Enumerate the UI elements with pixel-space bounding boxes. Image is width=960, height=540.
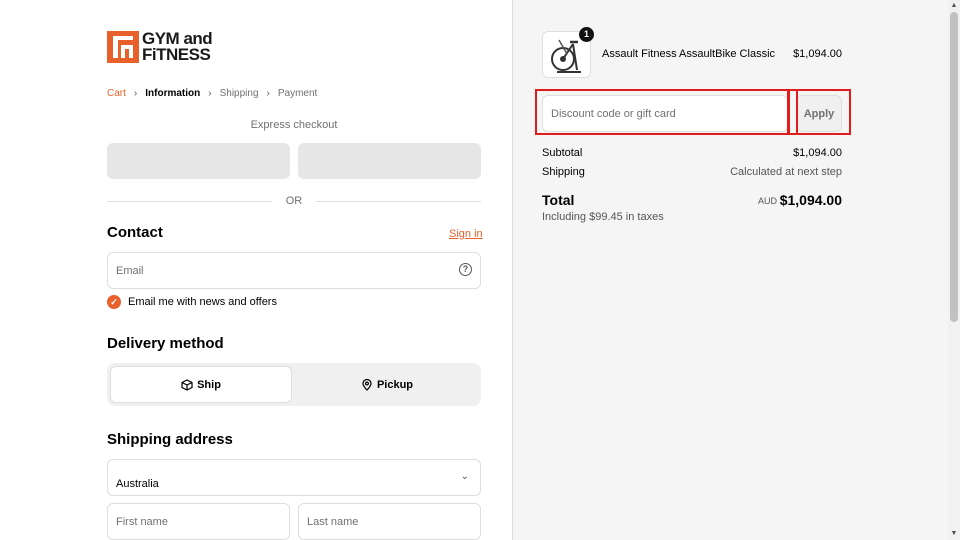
country-value: Australia — [116, 478, 159, 490]
pickup-label: Pickup — [376, 378, 414, 391]
email-input[interactable] — [108, 253, 480, 288]
help-circle-icon[interactable]: ? — [459, 263, 472, 276]
pickup-option[interactable]: Pickup — [296, 366, 478, 403]
product-name: Assault Fitness AssaultBike Classic — [602, 48, 776, 60]
delivery-method-heading: Delivery method — [107, 335, 224, 352]
express-pay-button-2[interactable] — [298, 143, 481, 179]
delivery-method-toggle: Ship Pickup — [107, 363, 481, 406]
country-select[interactable]: Australia ⌄ — [107, 459, 481, 496]
ship-option[interactable]: Ship — [110, 366, 292, 403]
highlight-box-discount — [535, 89, 790, 135]
breadcrumb-cart[interactable]: Cart — [107, 88, 126, 99]
subtotal-value: $1,094.00 — [793, 147, 842, 159]
scroll-down-arrow-icon[interactable]: ▼ — [948, 528, 960, 540]
breadcrumb-information: Information — [145, 88, 201, 99]
scroll-up-arrow-icon[interactable]: ▲ — [948, 0, 960, 12]
chevron-right-icon: › — [266, 88, 270, 99]
email-field[interactable]: ? — [107, 252, 481, 289]
chevron-right-icon: › — [208, 88, 212, 99]
contact-heading: Contact — [107, 224, 163, 241]
chevron-down-icon: ⌄ — [460, 471, 469, 482]
box-icon — [181, 378, 193, 391]
shipping-value: Calculated at next step — [730, 166, 842, 178]
highlight-box-apply-inner — [796, 89, 798, 135]
page-scrollbar[interactable]: ▲ ▼ — [948, 0, 960, 540]
ship-label: Ship — [197, 378, 221, 391]
checkout-form-panel: GYM and FiTNESS Cart › Information › Shi… — [0, 0, 512, 540]
quantity-badge: 1 — [579, 27, 594, 42]
checkmark-icon[interactable]: ✓ — [107, 295, 121, 309]
gym-and-fitness-logo[interactable]: GYM and FiTNESS — [107, 29, 213, 64]
newsletter-label: Email me with news and offers — [128, 296, 277, 308]
logo-text: GYM and FiTNESS — [142, 29, 213, 64]
tax-note: Including $99.45 in taxes — [542, 211, 664, 223]
order-summary-panel — [512, 0, 948, 540]
logo-mark-icon — [107, 31, 139, 63]
last-name-input[interactable] — [299, 504, 480, 539]
first-name-field[interactable] — [107, 503, 290, 540]
first-name-input[interactable] — [108, 504, 289, 539]
subtotal-label: Subtotal — [542, 147, 583, 159]
shipping-address-heading: Shipping address — [107, 431, 233, 448]
chevron-right-icon: › — [133, 88, 138, 99]
express-checkout-label: Express checkout — [250, 119, 338, 131]
total-value: $1,094.00 — [779, 192, 842, 208]
express-pay-button-1[interactable] — [107, 143, 290, 179]
total-currency: AUD — [757, 196, 777, 206]
shipping-label: Shipping — [542, 166, 585, 178]
breadcrumb: Cart › Information › Shipping › Payment — [107, 88, 317, 99]
total-label: Total — [542, 192, 575, 208]
last-name-field[interactable] — [298, 503, 481, 540]
location-pin-icon — [362, 378, 372, 391]
product-price: $1,094.00 — [793, 48, 842, 60]
breadcrumb-payment: Payment — [277, 88, 318, 99]
sign-in-link[interactable]: Sign in — [449, 228, 483, 240]
scrollbar-thumb[interactable] — [950, 12, 958, 322]
breadcrumb-shipping: Shipping — [219, 88, 259, 99]
or-divider: OR — [107, 195, 481, 207]
newsletter-checkbox-row[interactable]: ✓ Email me with news and offers — [107, 295, 277, 309]
